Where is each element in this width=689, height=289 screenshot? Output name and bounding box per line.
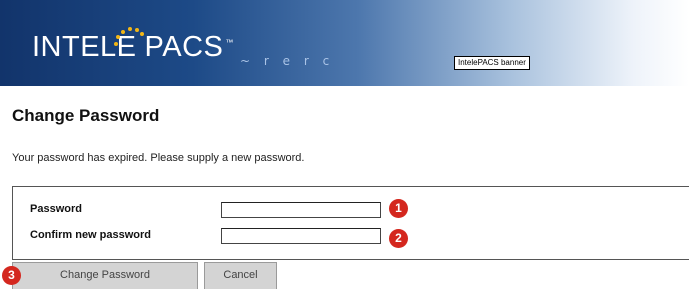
banner-tagline: ~ r e r c: [240, 54, 335, 68]
intelepacs-banner: INTELE PACS ™ ~ r e r c IntelePACS banner: [0, 0, 689, 86]
page-title: Change Password: [12, 106, 160, 125]
cancel-button[interactable]: Cancel: [204, 262, 277, 289]
banner-label: IntelePACS banner: [454, 56, 530, 70]
password-form: [12, 186, 689, 260]
trademark-symbol: ™: [225, 38, 234, 48]
confirm-password-input[interactable]: [221, 228, 381, 244]
logo-dots-icon: [114, 27, 144, 46]
callout-badge-1: 1: [389, 199, 408, 218]
logo-pacs-text: PACS: [144, 31, 224, 63]
confirm-password-label: Confirm new password: [30, 229, 152, 241]
callout-badge-3: 3: [2, 266, 21, 285]
password-input[interactable]: [221, 202, 381, 218]
change-password-button[interactable]: Change Password: [12, 262, 198, 289]
expired-password-message: Your password has expired. Please supply…: [12, 152, 305, 164]
password-label: Password: [30, 203, 82, 215]
callout-badge-2: 2: [389, 229, 408, 248]
